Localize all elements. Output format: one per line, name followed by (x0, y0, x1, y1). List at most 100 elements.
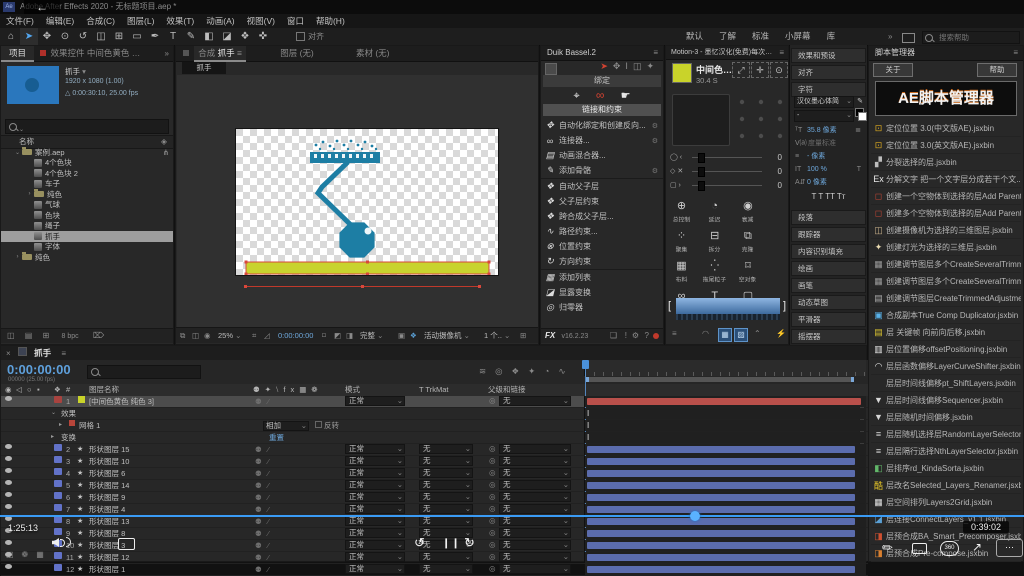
collapse-icon[interactable]: ⌃ (754, 326, 761, 342)
font-size-value[interactable]: 35.8 像素 (807, 125, 837, 137)
layer-name[interactable]: [中间色黄色 纯色 3] (89, 396, 154, 407)
table-row[interactable]: 2 ★ 形状图层 15 ⚉⁄ ⌄ 正常⌄ 无⌄ 无⌄ (1, 444, 868, 456)
shape-tool-icon[interactable]: ▭ (128, 28, 146, 45)
table-row[interactable]: ★ ⌄ 效果 ⚉⁄ ⌄ ⌄ ⌄ ⌄ I (1, 408, 868, 420)
script-item[interactable]: ▦ 层空间排列Layers2Grid.jsxbin (871, 494, 1021, 511)
roi-icon[interactable]: ▣ (398, 328, 405, 343)
table-row[interactable]: 6 ★ 形状图层 9 ⚉⁄ ⌄ 正常⌄ 无⌄ 无⌄ (1, 492, 868, 504)
vertical-scale-value[interactable]: 100 % (807, 164, 827, 176)
dock-panel-header[interactable]: 绘画 (791, 261, 866, 276)
zero-icon[interactable]: ◎ 归零器 ⚙ (541, 300, 663, 315)
about-button[interactable]: 关于 (873, 63, 913, 77)
label-color-chip[interactable] (54, 396, 62, 403)
menu-item[interactable]: 效果(T) (160, 14, 200, 28)
mode-dropdown[interactable]: 正常⌄ (345, 552, 405, 562)
font-family-dropdown[interactable]: 汉仪墨心体简⌄ (794, 96, 854, 108)
script-item[interactable]: 酷 层改名Selected_Layers_Renamer.jsxbin (871, 477, 1021, 494)
anchor-move-icon[interactable]: ⤢ (732, 62, 750, 78)
twirl-icon[interactable]: › (25, 191, 34, 197)
dock-panel-header[interactable]: 动态草图 (791, 295, 866, 310)
layer-duration-bar[interactable] (587, 398, 861, 405)
tab-overflow-icon[interactable]: » (165, 46, 169, 61)
view-layout-dropdown[interactable]: 1 个.. ⌄ (484, 328, 510, 343)
layer-track[interactable] (584, 444, 866, 455)
tab-project[interactable]: 项目 (1, 46, 34, 62)
trkmat-dropdown[interactable]: 无⌄ (419, 552, 473, 562)
label-color-chip[interactable] (54, 516, 62, 523)
workspace-overflow[interactable]: » (888, 28, 892, 45)
layer-switches[interactable]: ⚉⁄ (255, 516, 275, 527)
grid-mode-icon[interactable]: ▦ (718, 328, 732, 342)
table-row[interactable]: ★ ▸ 变换 重置 ⚉⁄ ⌄ ⌄ ⌄ ⌄ I (1, 432, 868, 444)
pixel-aspect-icon[interactable]: ⊞ (520, 328, 526, 343)
list-mode-icon[interactable]: ▨ (734, 328, 748, 342)
script-item[interactable]: Ex 分解文字 把一个文字层分成若干个文... (871, 171, 1021, 188)
script-item[interactable]: ◠ 层层函数偏移LayerCurveShifter.jsxbin (871, 358, 1021, 375)
blend-mode-dropdown[interactable]: 相加⌄ (263, 421, 309, 431)
layer-switches[interactable]: ⚉⁄ (255, 552, 275, 563)
layer-duration-bar[interactable] (587, 530, 855, 537)
script-item[interactable]: ▣ 合成副本True Comp Duplicator.jsxbin (871, 307, 1021, 324)
eye-icon[interactable] (5, 456, 12, 461)
anchor-target-icon[interactable]: ⊙ (770, 62, 788, 78)
anchor-center-icon[interactable]: ✛ (751, 62, 769, 78)
script-item[interactable]: ▼ 层层时间线偏移Sequencer.jsxbin (871, 392, 1021, 409)
layer-track[interactable] (584, 492, 866, 503)
duik-mode-icons[interactable]: ➤✥I◫✦ (600, 61, 659, 72)
note-pencil-icon[interactable]: ✏ (882, 540, 893, 556)
eye-icon[interactable] (5, 480, 12, 485)
label-color-chip[interactable] (54, 528, 62, 535)
null-tool-icon[interactable]: ⌑ 空对象 (732, 258, 763, 288)
script-item[interactable]: 层层时间线偏移pt_ShiftLayers.jsxbin (871, 375, 1021, 392)
dock-panel-header[interactable]: 平滑器 (791, 312, 866, 327)
alert-icon[interactable]: ! (625, 329, 627, 343)
dock-panel-header[interactable]: 摇摆器 (791, 329, 866, 344)
layer-track[interactable]: I (584, 420, 866, 431)
resolution-dropdown[interactable]: 完整 ⌄ (360, 328, 383, 343)
range-bracket-right[interactable]: ] (783, 300, 786, 312)
script-item[interactable]: ▦ 创建调节图层多个CreateSeveralTrimmed... (871, 273, 1021, 290)
home-icon[interactable]: ⌂ (2, 28, 20, 45)
layer-track[interactable]: I (584, 408, 866, 419)
layer-name[interactable]: 形状图层 15 (89, 444, 129, 455)
trkmat-dropdown[interactable]: 无⌄ (419, 492, 473, 502)
layer-name[interactable]: 变换 (61, 432, 76, 443)
type-tool-icon[interactable]: T (164, 28, 182, 45)
dock-panel-header[interactable]: 对齐 (791, 65, 866, 80)
layer-duration-bar[interactable] (587, 494, 855, 501)
layer-name[interactable]: 形状图层 6 (89, 468, 125, 479)
panel-menu-icon[interactable]: ≡ (779, 46, 784, 59)
workspace-tab[interactable]: 小屏幕 (777, 28, 819, 45)
mode-dropdown[interactable]: 正常⌄ (345, 540, 405, 550)
reset-link[interactable]: 重置 (269, 432, 284, 443)
workspace-tab[interactable]: 标准 (744, 28, 777, 45)
twirl-icon[interactable]: ⌄ (51, 408, 56, 419)
layer-switches[interactable]: ⚉⁄ (255, 456, 275, 467)
dock-panel-header[interactable]: 内容识别填充 (791, 244, 866, 259)
label-color-chip[interactable] (54, 468, 62, 475)
workspace-tab[interactable]: 默认 (678, 28, 711, 45)
eye-icon[interactable] (5, 504, 12, 509)
parent-dropdown[interactable]: 无⌄ (499, 540, 571, 550)
more-button[interactable]: ⋯ (996, 539, 1023, 557)
camera-tool-icon[interactable]: ◫ (92, 28, 110, 45)
invert-checkbox[interactable]: 反转 (315, 420, 339, 431)
layer-track[interactable] (584, 528, 866, 539)
layer-track[interactable] (584, 552, 866, 563)
dock-panel-header[interactable]: 跟踪器 (791, 227, 866, 242)
tab-layer[interactable]: 图层 (无) (272, 46, 322, 60)
current-timecode[interactable]: 0:00:00:00 (7, 362, 71, 377)
mode-dropdown[interactable]: 正常⌄ (345, 444, 405, 454)
mask-visibility-icon[interactable]: ◿ (264, 328, 270, 343)
list-item[interactable]: 抓手 (1, 231, 173, 242)
trkmat-dropdown[interactable]: 无⌄ (419, 468, 473, 478)
timeline-bottom-toggles[interactable]: ◫❁▦ (6, 550, 52, 559)
show-channel-icon[interactable]: ◨ (346, 328, 353, 343)
layer-duration-bar[interactable] (587, 518, 855, 525)
list-item[interactable]: 4个色块 (1, 158, 173, 169)
work-area-start-handle[interactable] (586, 377, 589, 382)
script-item[interactable]: ▥ 层位置偏移offsetPositioning.jsxbin (871, 341, 1021, 358)
clone-tool-icon[interactable]: ⧉ 克隆 (732, 228, 763, 258)
panel-menu-icon[interactable]: ≡ (653, 46, 658, 60)
layer-name[interactable]: 形状图层 14 (89, 480, 129, 491)
